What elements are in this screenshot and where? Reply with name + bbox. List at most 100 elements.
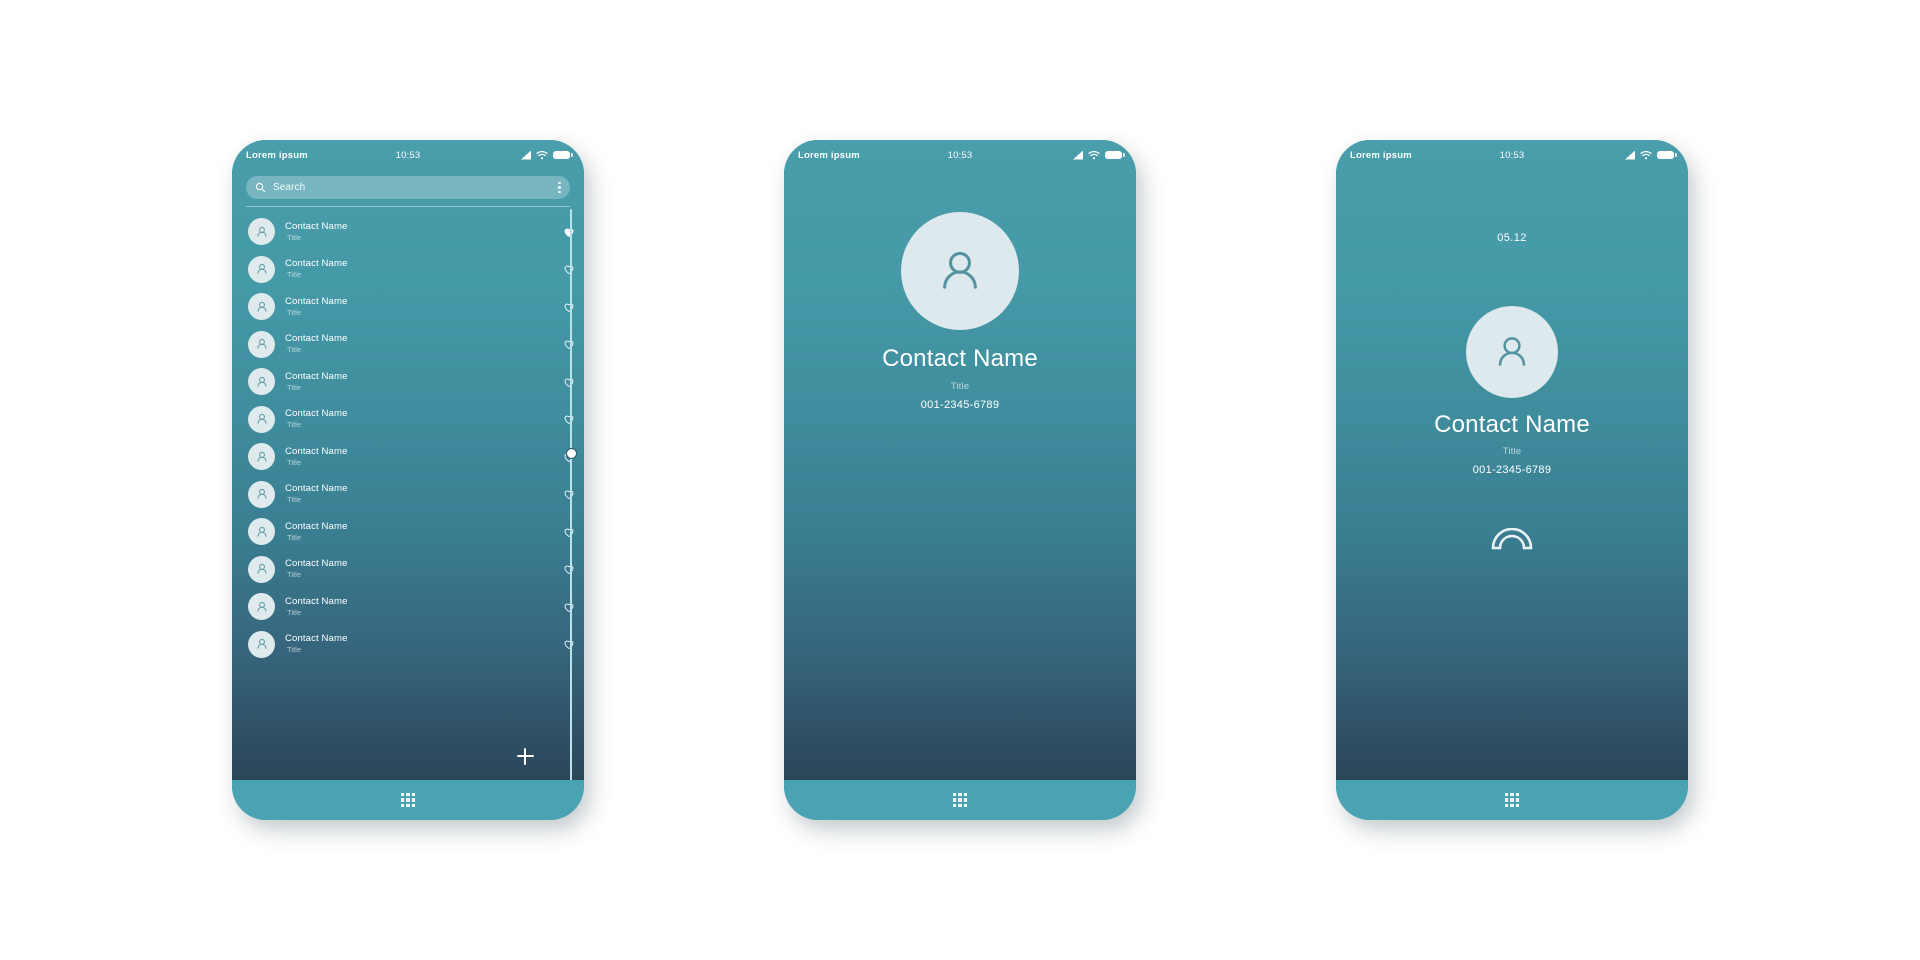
call-duration: 05.12: [1497, 232, 1527, 244]
contact-list[interactable]: Contact Name Title Contact Name Title Contac…: [232, 207, 584, 780]
person-icon: [257, 526, 266, 537]
mockup-stage: Lorem ipsum 10:53 Search Contact Name Ti…: [0, 0, 1920, 960]
contact-title: Title: [287, 495, 302, 505]
person-icon: [257, 564, 266, 574]
active-call-body: 05.12 Contact Name Title 001-2345-6789: [1336, 170, 1688, 780]
favorite-heart-outline-icon[interactable]: [554, 638, 584, 650]
person-icon: [1498, 337, 1526, 366]
avatar: [248, 293, 275, 321]
signal-icon: [521, 150, 531, 160]
contact-row[interactable]: Contact Name Title: [232, 363, 584, 401]
screen-contact-detail: Lorem ipsum 10:53 Contact Name Title 001…: [784, 140, 1136, 780]
battery-icon: [1105, 151, 1125, 159]
contact-name: Contact Name: [882, 345, 1038, 372]
person-icon: [257, 264, 266, 274]
contact-name: Contact Name: [285, 483, 348, 495]
signal-icon: [1625, 150, 1635, 160]
avatar: [248, 518, 275, 546]
favorite-heart-outline-icon[interactable]: [554, 601, 584, 613]
status-icons: [474, 150, 573, 160]
contact-row[interactable]: Contact Name Title: [232, 626, 584, 664]
wifi-icon: [1640, 151, 1652, 160]
contact-title: Title: [287, 420, 302, 430]
contact-row-text: Contact Name Title: [285, 446, 544, 468]
status-carrier: Lorem ipsum: [246, 149, 308, 161]
contact-row[interactable]: Contact Name Title: [232, 588, 584, 626]
person-icon: [257, 601, 266, 612]
favorite-heart-outline-icon[interactable]: [554, 338, 584, 350]
search-bar[interactable]: Search: [246, 176, 570, 199]
contact-title: Title: [287, 307, 302, 317]
contact-name: Contact Name: [285, 633, 348, 645]
contact-row[interactable]: Contact Name Title: [232, 551, 584, 589]
person-icon: [257, 414, 266, 424]
contact-row-text: Contact Name Title: [285, 558, 544, 580]
status-bar: Lorem ipsum 10:53: [784, 140, 1136, 170]
bottom-nav-bar: [784, 780, 1136, 820]
contact-name: Contact Name: [285, 295, 348, 307]
person-icon: [257, 301, 266, 312]
person-icon: [943, 251, 977, 289]
contact-name: Contact Name: [285, 220, 348, 232]
favorite-heart-outline-icon[interactable]: [554, 488, 584, 500]
favorite-heart-outline-icon[interactable]: [554, 376, 584, 388]
kebab-menu-icon[interactable]: [558, 181, 561, 194]
apps-grid-icon[interactable]: [1504, 792, 1520, 808]
contact-row[interactable]: Contact Name Title: [232, 288, 584, 326]
avatar: [248, 405, 275, 433]
end-call-icon[interactable]: [1490, 528, 1534, 550]
contact-row[interactable]: Contact Name Title: [232, 401, 584, 439]
status-time: 10:53: [947, 149, 973, 161]
contact-row-text: Contact Name Title: [285, 521, 544, 543]
contact-name: Contact Name: [285, 370, 348, 382]
contact-row[interactable]: Contact Name Title: [232, 251, 584, 289]
contact-name: Contact Name: [285, 558, 348, 570]
phone-contact-detail: Lorem ipsum 10:53 Contact Name Title 001…: [784, 140, 1136, 820]
screen-active-call: Lorem ipsum 10:53 05.12 Contact Name Tit…: [1336, 140, 1688, 780]
contact-row[interactable]: Contact Name Title: [232, 326, 584, 364]
avatar: [901, 212, 1019, 330]
person-icon: [257, 451, 266, 462]
favorite-heart-outline-icon[interactable]: [554, 301, 584, 313]
contact-title: Title: [287, 382, 302, 392]
search-icon: [255, 182, 266, 193]
contact-row-text: Contact Name Title: [285, 596, 544, 618]
avatar: [1466, 306, 1558, 398]
avatar: [248, 555, 275, 583]
apps-grid-icon[interactable]: [952, 792, 968, 808]
contact-title: Title: [1502, 446, 1522, 458]
person-icon: [257, 489, 266, 499]
wifi-icon: [536, 151, 548, 160]
avatar: [248, 630, 275, 658]
apps-grid-icon[interactable]: [400, 792, 416, 808]
contact-row[interactable]: Contact Name Title: [232, 213, 584, 251]
favorite-heart-outline-icon[interactable]: [554, 526, 584, 538]
contact-row[interactable]: Contact Name Title: [232, 513, 584, 551]
screen-contact-list: Lorem ipsum 10:53 Search Contact Name Ti…: [232, 140, 584, 780]
contact-row[interactable]: Contact Name Title: [232, 438, 584, 476]
contact-name: Contact Name: [285, 408, 348, 420]
contact-detail-body: Contact Name Title 001-2345-6789: [784, 170, 1136, 780]
favorite-heart-outline-icon[interactable]: [554, 563, 584, 575]
contact-row-text: Contact Name Title: [285, 258, 544, 280]
contact-row-text: Contact Name Title: [285, 408, 544, 430]
contact-row-text: Contact Name Title: [285, 221, 544, 243]
favorite-heart-outline-icon[interactable]: [554, 413, 584, 425]
status-carrier: Lorem ipsum: [798, 149, 860, 161]
contact-phone-number: 001-2345-6789: [920, 399, 1000, 412]
status-icons: [1026, 150, 1125, 160]
search-input[interactable]: Search: [273, 182, 551, 193]
contact-title: Title: [287, 270, 302, 280]
scrollbar-track[interactable]: [570, 209, 572, 780]
battery-icon: [1657, 151, 1677, 159]
status-time: 10:53: [395, 149, 421, 161]
scrollbar-thumb[interactable]: [565, 447, 577, 459]
contact-title: Title: [287, 345, 302, 355]
contact-row-text: Contact Name Title: [285, 371, 544, 393]
person-icon: [257, 226, 266, 237]
favorite-heart-outline-icon[interactable]: [554, 263, 584, 275]
add-contact-button[interactable]: [514, 745, 536, 767]
contact-row[interactable]: Contact Name Title: [232, 476, 584, 514]
contact-title: Title: [287, 607, 302, 617]
favorite-heart-filled-icon[interactable]: [554, 226, 584, 238]
